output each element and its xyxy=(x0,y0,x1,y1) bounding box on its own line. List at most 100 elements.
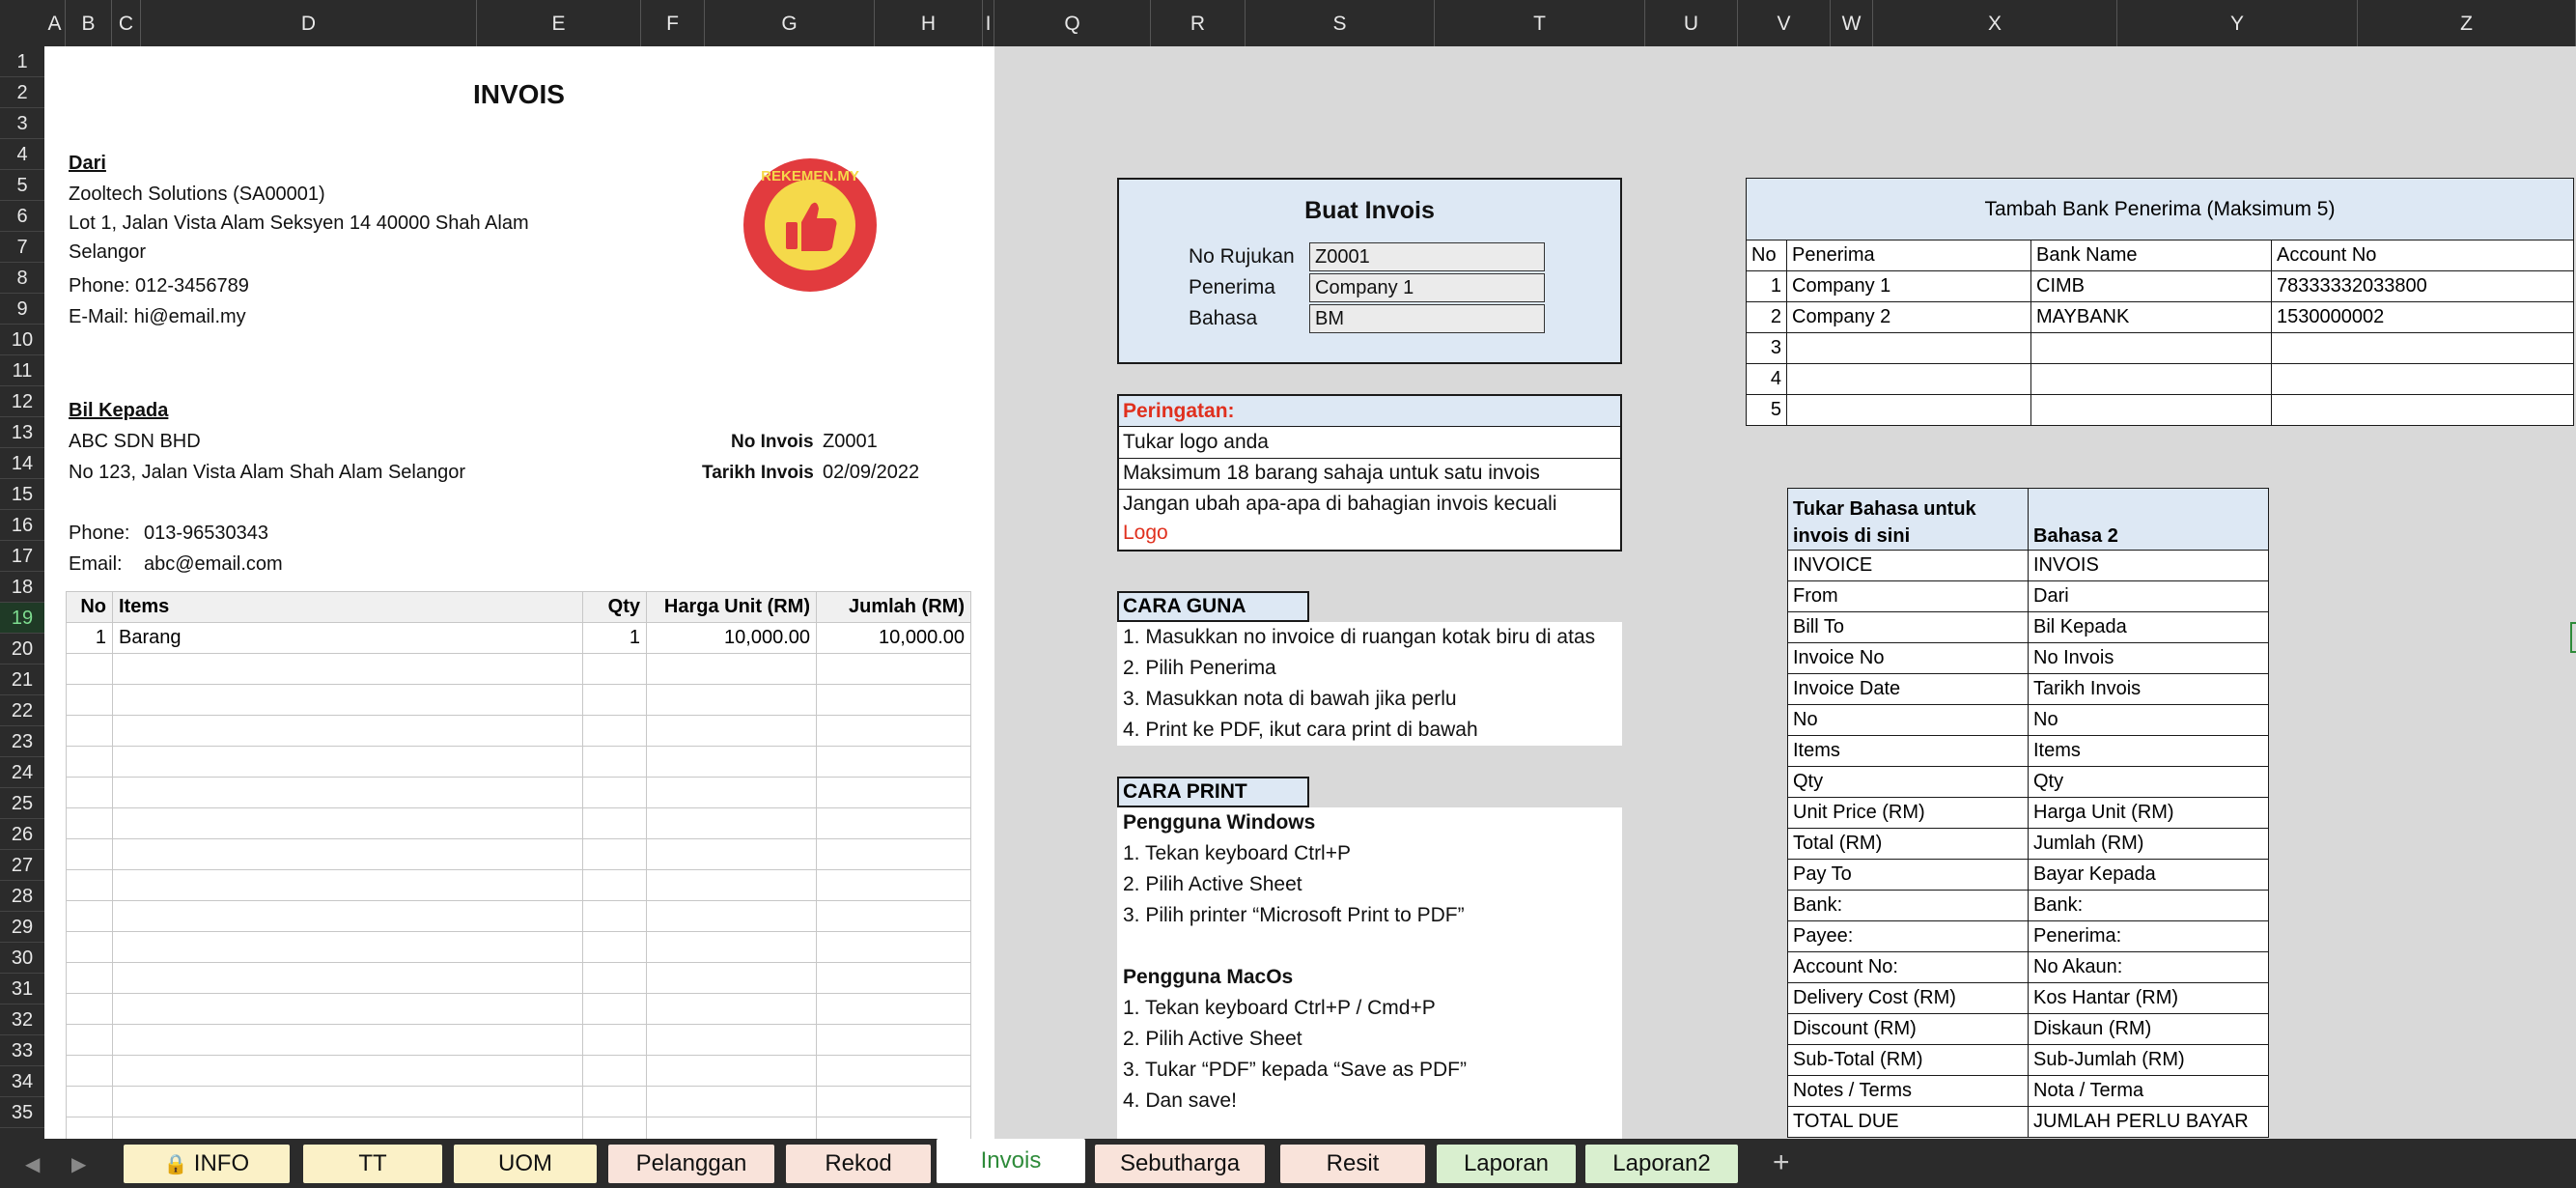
row-header-16[interactable]: 16 xyxy=(0,510,44,541)
row-header-5[interactable]: 5 xyxy=(0,170,44,201)
lang-cell[interactable]: Payee: xyxy=(1787,920,2029,952)
table-cell[interactable] xyxy=(66,869,113,901)
lang-cell[interactable]: Total (RM) xyxy=(1787,828,2029,860)
table-cell[interactable] xyxy=(646,1086,817,1117)
bank-cell[interactable] xyxy=(2030,363,2272,395)
lang-cell[interactable]: No Akaun: xyxy=(2028,951,2269,983)
tab-uom[interactable]: UOM xyxy=(454,1145,597,1183)
tab-pelanggan[interactable]: Pelanggan xyxy=(608,1145,774,1183)
column-header-i[interactable]: I xyxy=(983,0,994,46)
bank-cell[interactable] xyxy=(1786,394,2031,426)
table-cell[interactable]: Barang xyxy=(112,622,583,654)
lang-cell[interactable]: Items xyxy=(2028,735,2269,767)
lang-cell[interactable]: Diskaun (RM) xyxy=(2028,1013,2269,1045)
table-cell[interactable] xyxy=(66,684,113,716)
bahasa-select[interactable]: BM xyxy=(1309,304,1545,333)
col-unit-price[interactable]: Harga Unit (RM) xyxy=(646,591,817,623)
row-header-3[interactable]: 3 xyxy=(0,108,44,139)
table-cell[interactable] xyxy=(112,869,583,901)
bank-cell[interactable] xyxy=(2271,363,2574,395)
table-cell[interactable] xyxy=(112,746,583,778)
row-header-33[interactable]: 33 xyxy=(0,1035,44,1066)
row-header-30[interactable]: 30 xyxy=(0,943,44,974)
table-cell[interactable] xyxy=(582,746,647,778)
table-cell[interactable] xyxy=(816,993,971,1025)
table-cell[interactable] xyxy=(582,869,647,901)
table-cell[interactable] xyxy=(582,1024,647,1056)
column-header-u[interactable]: U xyxy=(1645,0,1738,46)
bank-cell[interactable]: 78333332033800 xyxy=(2271,270,2574,302)
column-header-f[interactable]: F xyxy=(641,0,705,46)
table-cell[interactable] xyxy=(66,777,113,808)
lang-cell[interactable]: Invoice No xyxy=(1787,642,2029,674)
table-cell[interactable]: 10,000.00 xyxy=(646,622,817,654)
row-header-22[interactable]: 22 xyxy=(0,695,44,726)
row-header-2[interactable]: 2 xyxy=(0,77,44,108)
column-header-v[interactable]: V xyxy=(1738,0,1831,46)
row-header-8[interactable]: 8 xyxy=(0,263,44,294)
table-cell[interactable] xyxy=(646,807,817,839)
table-cell[interactable] xyxy=(816,653,971,685)
table-cell[interactable] xyxy=(646,684,817,716)
lang-cell[interactable]: Bank: xyxy=(1787,890,2029,921)
bank-cell[interactable]: MAYBANK xyxy=(2030,301,2272,333)
table-cell[interactable] xyxy=(646,653,817,685)
row-header-35[interactable]: 35 xyxy=(0,1097,44,1128)
row-header-12[interactable]: 12 xyxy=(0,386,44,417)
lang-cell[interactable]: Dari xyxy=(2028,580,2269,612)
table-cell[interactable] xyxy=(66,715,113,747)
table-cell[interactable] xyxy=(816,715,971,747)
lang-cell[interactable]: Account No: xyxy=(1787,951,2029,983)
bank-cell[interactable]: 5 xyxy=(1746,394,1787,426)
column-header-c[interactable]: C xyxy=(112,0,141,46)
bank-col-bank-name[interactable]: Bank Name xyxy=(2030,240,2272,271)
lang-cell[interactable]: No Invois xyxy=(2028,642,2269,674)
row-header-4[interactable]: 4 xyxy=(0,139,44,170)
col-no[interactable]: No xyxy=(66,591,113,623)
table-cell[interactable] xyxy=(112,807,583,839)
lang-cell[interactable]: Qty xyxy=(1787,766,2029,798)
table-cell[interactable] xyxy=(816,1086,971,1117)
table-cell[interactable] xyxy=(582,993,647,1025)
table-cell[interactable] xyxy=(646,777,817,808)
table-cell[interactable] xyxy=(112,653,583,685)
column-header-b[interactable]: B xyxy=(66,0,112,46)
lang-cell[interactable]: From xyxy=(1787,580,2029,612)
lang-cell[interactable]: Pay To xyxy=(1787,859,2029,891)
lang-cell[interactable]: Sub-Jumlah (RM) xyxy=(2028,1044,2269,1076)
table-cell[interactable] xyxy=(646,1055,817,1087)
column-header-r[interactable]: R xyxy=(1151,0,1246,46)
table-cell[interactable] xyxy=(582,807,647,839)
row-header-31[interactable]: 31 xyxy=(0,974,44,1004)
table-cell[interactable] xyxy=(582,900,647,932)
lang-cell[interactable]: Nota / Terma xyxy=(2028,1075,2269,1107)
tab-info[interactable]: 🔒 INFO xyxy=(124,1145,290,1183)
column-header-w[interactable]: W xyxy=(1831,0,1873,46)
bank-cell[interactable]: Company 2 xyxy=(1786,301,2031,333)
column-header-y[interactable]: Y xyxy=(2117,0,2358,46)
column-header-a[interactable]: A xyxy=(44,0,66,46)
table-cell[interactable] xyxy=(112,684,583,716)
row-header-13[interactable]: 13 xyxy=(0,417,44,448)
row-header-6[interactable]: 6 xyxy=(0,201,44,232)
lang-cell[interactable]: Items xyxy=(1787,735,2029,767)
column-header-g[interactable]: G xyxy=(705,0,875,46)
bank-col-no[interactable]: No xyxy=(1746,240,1787,271)
next-sheet-arrow-icon[interactable]: ▶ xyxy=(71,1152,86,1176)
lang-cell[interactable]: Delivery Cost (RM) xyxy=(1787,982,2029,1014)
column-header-q[interactable]: Q xyxy=(994,0,1151,46)
penerima-select[interactable]: Company 1 xyxy=(1309,273,1545,302)
table-cell[interactable] xyxy=(646,715,817,747)
table-cell[interactable] xyxy=(582,653,647,685)
table-cell[interactable] xyxy=(816,1055,971,1087)
row-header-19[interactable]: 19 xyxy=(0,603,44,634)
bank-cell[interactable]: 4 xyxy=(1746,363,1787,395)
table-cell[interactable] xyxy=(646,993,817,1025)
row-header-28[interactable]: 28 xyxy=(0,881,44,912)
table-cell[interactable] xyxy=(646,962,817,994)
row-header-27[interactable]: 27 xyxy=(0,850,44,881)
table-cell[interactable] xyxy=(112,962,583,994)
prev-sheet-arrow-icon[interactable]: ◀ xyxy=(25,1152,40,1176)
bank-cell[interactable]: Company 1 xyxy=(1786,270,2031,302)
lang-cell[interactable]: INVOICE xyxy=(1787,550,2029,581)
